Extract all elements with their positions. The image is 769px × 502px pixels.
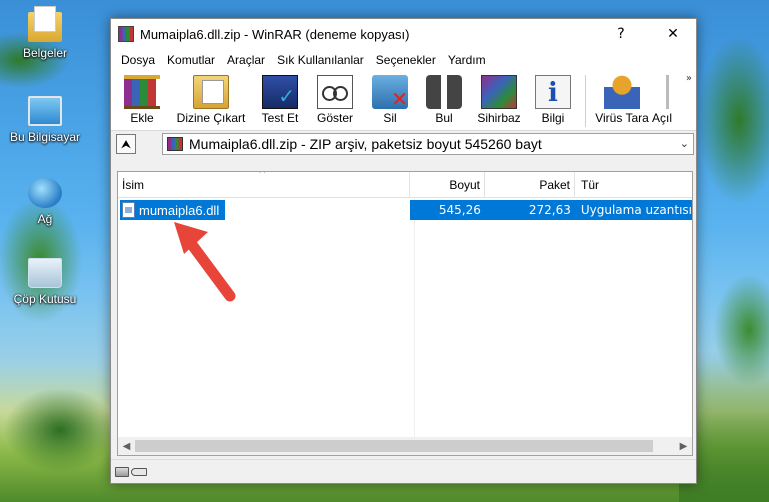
recycle-bin-icon <box>28 258 62 288</box>
find-icon <box>426 75 462 109</box>
file-list[interactable]: İsim Boyut Paket Tür ^ mumaipla6.dll 545… <box>117 171 693 456</box>
open-button[interactable]: Açıl <box>652 71 686 130</box>
scroll-track[interactable] <box>135 437 675 455</box>
path-text: Mumaipla6.dll.zip - ZIP arşiv, paketsiz … <box>189 136 542 152</box>
tool-label: Virüs Tara <box>595 111 649 125</box>
wizard-icon <box>481 75 517 109</box>
desktop-icon-documents[interactable]: Belgeler <box>0 6 90 60</box>
menu-file[interactable]: Dosya <box>115 53 161 67</box>
virus-scan-button[interactable]: Virüs Tara <box>592 71 652 130</box>
delete-icon <box>372 75 408 111</box>
column-header-type[interactable]: Tür <box>575 172 692 198</box>
tool-label: Ekle <box>130 111 154 125</box>
desktop-icon-label: Bu Bilgisayar <box>9 130 81 144</box>
network-icon <box>28 178 62 208</box>
window-title: Mumaipla6.dll.zip - WinRAR (deneme kopya… <box>140 26 410 42</box>
desktop-icon-this-pc[interactable]: Bu Bilgisayar <box>0 96 90 144</box>
drive-icon[interactable] <box>115 466 129 477</box>
menu-options[interactable]: Seçenekler <box>370 53 442 67</box>
tool-label: Bul <box>435 111 453 125</box>
add-button[interactable]: Ekle <box>115 71 169 130</box>
horizontal-scrollbar[interactable]: ◀ ▶ <box>118 437 692 455</box>
table-row[interactable]: mumaipla6.dll 545,26 272,63 Uygulama uza… <box>120 200 692 220</box>
tool-label: Dizine Çıkart <box>176 111 246 125</box>
desktop-icon-recycle-bin[interactable]: Çöp Kutusu <box>0 258 90 306</box>
scroll-right-icon[interactable]: ▶ <box>675 437 692 455</box>
up-folder-button[interactable]: ⮝ <box>116 134 136 154</box>
key-icon[interactable] <box>131 467 147 476</box>
status-bar <box>111 459 696 483</box>
help-button[interactable]: ? <box>598 19 644 49</box>
virus-scan-icon <box>604 75 640 109</box>
archive-icon <box>167 137 183 151</box>
tool-label: Bilgi <box>541 111 565 125</box>
tool-label: Sil <box>383 111 397 125</box>
row-selection: mumaipla6.dll <box>120 200 226 220</box>
documents-folder-icon <box>28 6 62 42</box>
menu-commands[interactable]: Komutlar <box>161 53 221 67</box>
wizard-button[interactable]: Sihirbaz <box>471 71 527 130</box>
desktop-foliage-left <box>0 0 120 502</box>
column-header-size[interactable]: Boyut <box>410 172 485 198</box>
tool-label: Açıl <box>652 111 673 125</box>
sort-ascending-icon: ^ <box>258 171 267 180</box>
row-name-cell: mumaipla6.dll <box>120 200 410 220</box>
test-button[interactable]: Test Et <box>253 71 307 130</box>
test-icon <box>262 75 298 109</box>
open-icon <box>666 75 676 109</box>
menu-help[interactable]: Yardım <box>442 53 492 67</box>
file-type: Uygulama uzantısı <box>580 203 692 217</box>
menu-tools[interactable]: Araçlar <box>221 53 271 67</box>
row-selection: 545,26 272,63 Uygulama uzantısı <box>409 200 692 220</box>
desktop-icon-label: Çöp Kutusu <box>13 292 77 306</box>
desktop-icon-network[interactable]: Ağ <box>0 178 90 226</box>
toolbar-separator <box>585 75 586 127</box>
chevron-down-icon[interactable]: ⌄ <box>680 137 689 150</box>
dll-file-icon <box>122 202 135 218</box>
winrar-window: Mumaipla6.dll.zip - WinRAR (deneme kopya… <box>110 18 697 484</box>
tool-label: Sihirbaz <box>477 111 521 125</box>
scroll-left-icon[interactable]: ◀ <box>118 437 135 455</box>
tool-label: Test Et <box>261 111 299 125</box>
scroll-thumb[interactable] <box>135 440 654 452</box>
path-bar: ⮝ Mumaipla6.dll.zip - ZIP arşiv, paketsi… <box>111 131 696 157</box>
extract-to-button[interactable]: Dizine Çıkart <box>169 71 253 130</box>
info-button[interactable]: Bilgi <box>527 71 579 130</box>
view-icon <box>317 75 353 109</box>
winrar-app-icon[interactable] <box>118 26 134 42</box>
computer-icon <box>28 96 62 126</box>
file-size: 545,26 <box>438 203 481 217</box>
delete-button[interactable]: Sil <box>363 71 417 130</box>
desktop-icon-label: Ağ <box>37 212 53 226</box>
toolbar-overflow-icon[interactable]: » <box>686 73 692 84</box>
tool-label: Göster <box>316 111 353 125</box>
path-dropdown[interactable]: Mumaipla6.dll.zip - ZIP arşiv, paketsiz … <box>162 133 694 155</box>
close-button[interactable]: ✕ <box>650 19 696 49</box>
extract-folder-icon <box>193 75 229 109</box>
add-archive-icon <box>124 75 160 109</box>
info-icon <box>535 75 571 109</box>
toolbar: Ekle Dizine Çıkart Test Et Göster Sil Bu… <box>111 71 696 131</box>
list-header: İsim Boyut Paket Tür ^ <box>118 172 692 198</box>
column-divider <box>414 198 415 437</box>
title-bar[interactable]: Mumaipla6.dll.zip - WinRAR (deneme kopya… <box>111 19 696 49</box>
view-button[interactable]: Göster <box>307 71 363 130</box>
find-button[interactable]: Bul <box>417 71 471 130</box>
column-header-packed[interactable]: Paket <box>485 172 575 198</box>
file-packed-size: 272,63 <box>528 203 571 217</box>
desktop-icon-label: Belgeler <box>22 46 68 60</box>
file-name: mumaipla6.dll <box>139 202 220 218</box>
menu-bar: Dosya Komutlar Araçlar Sık Kullanılanlar… <box>111 49 696 71</box>
menu-favorites[interactable]: Sık Kullanılanlar <box>271 53 370 67</box>
